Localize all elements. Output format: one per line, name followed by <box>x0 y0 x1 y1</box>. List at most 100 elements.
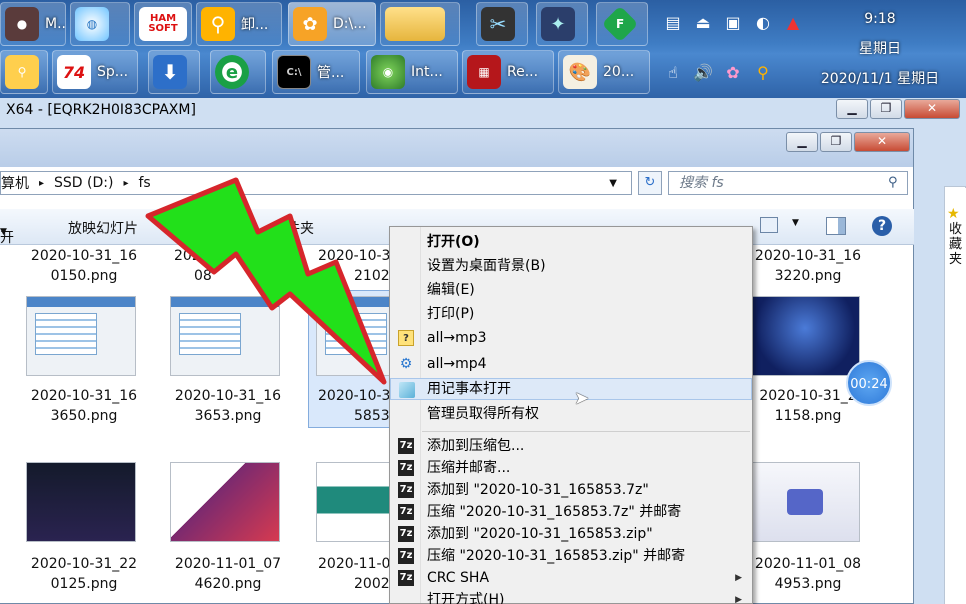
view-options-icon[interactable] <box>760 217 778 233</box>
explorer-titlebar: ▁ ❐ ✕ <box>0 129 913 167</box>
file-name-line2: 3653.png <box>194 408 262 424</box>
menu-separator <box>422 431 750 432</box>
taskbar: ● M... ◍ HAM SOFT ⚲ 卸... ✿ D:\... ✂ ✦ F … <box>0 0 966 98</box>
clock[interactable]: 9:18 星期日 2020/11/1 星期日 <box>800 4 960 94</box>
7zip-icon: 7z <box>398 460 414 476</box>
menu-label: 添加到 "2020-10-31_165853.zip" <box>427 526 653 542</box>
bell-icon[interactable]: ⏏ <box>692 12 714 34</box>
menu-item-print[interactable]: 打印(P) <box>390 303 752 325</box>
file-thumbnail[interactable] <box>750 296 860 376</box>
menu-label: 打印(P) <box>427 306 475 322</box>
menu-label: all→mp4 <box>427 356 487 372</box>
butterfly-icon: ✿ <box>293 7 327 41</box>
taskbar-button-registry[interactable]: ▦ Re... <box>462 50 554 94</box>
taskbar-label: Re... <box>507 64 539 80</box>
search-folder-icon: ⚲ <box>5 55 39 89</box>
taskbar-button-browser[interactable]: e <box>210 50 266 94</box>
explorer-maximize-button[interactable]: ❐ <box>820 132 852 152</box>
taskbar-label: 卸... <box>241 17 269 33</box>
file-item[interactable]: 2020-11-01_08 4953.png <box>738 554 878 594</box>
slideshow-button[interactable]: 放映幻灯片 <box>68 218 138 238</box>
tv-icon[interactable]: ▣ <box>722 12 744 34</box>
maximize-button[interactable]: ❐ <box>870 99 902 119</box>
context-menu: 打开(O) 设置为桌面背景(B) 编辑(E) 打印(P) ? all→mp3 ⚙… <box>389 226 753 604</box>
taskbar-button-paint[interactable]: 🎨 20... <box>558 50 650 94</box>
breadcrumb-ssd[interactable]: SSD (D:) <box>54 175 113 191</box>
menu-item-compress-zip-email[interactable]: 7z 压缩 "2020-10-31_165853.zip" 并邮寄 <box>390 545 752 567</box>
favorites-panel: ★ 收藏夹 ✕ <box>944 188 966 604</box>
network-globe-icon: ◍ <box>75 7 109 41</box>
menu-label: 打开方式(H) <box>427 592 505 604</box>
address-row: 算机 ▸ SSD (D:) ▸ fs ▼ ↻ 搜索 fs ⚲ <box>0 169 914 199</box>
folder-icon <box>385 7 445 41</box>
pointer-icon[interactable]: ☝ <box>662 62 684 84</box>
refresh-icon[interactable]: ↻ <box>638 171 662 195</box>
notepad-icon <box>399 382 415 398</box>
taskbar-button-internet-download[interactable]: ◉ Int... <box>366 50 458 94</box>
menu-item-open-with[interactable]: 打开方式(H) ▶ <box>390 589 752 604</box>
file-item[interactable]: 2020-10-31_16 3220.png <box>738 246 878 286</box>
menu-item-take-ownership[interactable]: 管理员取得所有权 <box>390 403 752 425</box>
search-icon[interactable]: ⚲ <box>888 175 898 190</box>
taskbar-button-tool[interactable]: ✦ <box>536 2 588 46</box>
taskbar-button-download[interactable]: ⬇ <box>148 50 200 94</box>
file-item[interactable]: 2020-10-31_16 3653.png <box>158 386 298 426</box>
taskbar-button-f[interactable]: F <box>596 2 648 46</box>
menu-item-all-mp4[interactable]: ⚙ all→mp4 <box>390 353 752 375</box>
taskbar-button-network[interactable]: ◍ <box>70 2 130 46</box>
explorer-minimize-button[interactable]: ▁ <box>786 132 818 152</box>
taskbar-button-m[interactable]: ● M... <box>0 2 66 46</box>
file-item[interactable]: 2020-10-31_16 0150.png <box>14 246 154 286</box>
help-icon[interactable]: ? <box>872 216 892 236</box>
globe-icon[interactable]: ◐ <box>752 12 774 34</box>
volume-icon[interactable]: 🔊 <box>692 62 714 84</box>
file-thumbnail[interactable] <box>750 462 860 542</box>
menu-item-add-archive[interactable]: 7z 添加到压缩包... <box>390 435 752 457</box>
file-item[interactable]: 2020-10-31_16 3650.png <box>14 386 154 426</box>
taskbar-button-scissors[interactable]: ✂ <box>476 2 528 46</box>
magnifier-icon: ⚲ <box>201 7 235 41</box>
menu-item-set-wallpaper[interactable]: 设置为桌面背景(B) <box>390 255 752 277</box>
taskbar-button-folder[interactable] <box>380 2 460 46</box>
chevron-down-icon[interactable]: ▼ <box>792 218 799 228</box>
recording-timer-badge[interactable]: 00:24 <box>846 360 892 406</box>
7zip-icon: 7z <box>398 570 414 586</box>
file-thumbnail[interactable] <box>26 296 136 376</box>
menu-item-add-7z[interactable]: 7z 添加到 "2020-10-31_165853.7z" <box>390 479 752 501</box>
gears-icon: ⚙ <box>399 356 413 372</box>
menu-item-all-mp3[interactable]: ? all→mp3 <box>390 327 752 349</box>
file-thumbnail[interactable] <box>170 462 280 542</box>
flower-icon[interactable]: ✿ <box>722 62 744 84</box>
search-input[interactable]: 搜索 fs <box>668 171 908 195</box>
minimize-button[interactable]: ▁ <box>836 99 868 119</box>
file-name-line1: 2020-10-31_22 <box>30 556 138 572</box>
menu-item-compress-7z-email[interactable]: 7z 压缩 "2020-10-31_165853.7z" 并邮寄 <box>390 501 752 523</box>
taskbar-button-hamsoft[interactable]: HAM SOFT <box>134 2 192 46</box>
menu-item-add-zip[interactable]: 7z 添加到 "2020-10-31_165853.zip" <box>390 523 752 545</box>
file-item[interactable]: 2020-10-31_22 0125.png <box>14 554 154 594</box>
breadcrumb-computer[interactable]: 算机 <box>1 173 29 193</box>
explorer-close-button[interactable]: ✕ <box>854 132 910 152</box>
menu-item-edit[interactable]: 编辑(E) <box>390 279 752 301</box>
file-name-line2: 3650.png <box>50 408 118 424</box>
network-status-icon[interactable]: ▤ <box>662 12 684 34</box>
close-button[interactable]: ✕ <box>904 99 960 119</box>
menu-item-open-notepad[interactable]: 用记事本打开 <box>390 378 752 400</box>
file-name-line2: 1158.png <box>774 408 842 424</box>
taskbar-label: 20... <box>603 64 635 80</box>
menu-item-crc-sha[interactable]: 7z CRC SHA ▶ <box>390 567 752 589</box>
taskbar-button-sp[interactable]: 74 Sp... <box>52 50 138 94</box>
taskbar-button-cmd[interactable]: C:\ 管... <box>272 50 360 94</box>
taskbar-button-search[interactable]: ⚲ <box>0 50 48 94</box>
menu-item-open[interactable]: 打开(O) <box>390 231 752 253</box>
menu-item-compress-email[interactable]: 7z 压缩并邮寄... <box>390 457 752 479</box>
search-tray-icon[interactable]: ⚲ <box>752 62 774 84</box>
taskbar-button-explorer-d[interactable]: ✿ D:\... <box>288 2 376 46</box>
taskbar-label: Int... <box>411 64 443 80</box>
favorites-label[interactable]: 收藏夹 <box>949 222 963 267</box>
taskbar-button-uninstall[interactable]: ⚲ 卸... <box>196 2 282 46</box>
file-item[interactable]: 2020-11-01_07 4620.png <box>158 554 298 594</box>
preview-pane-icon[interactable] <box>826 217 846 235</box>
file-thumbnail[interactable] <box>26 462 136 542</box>
chevron-down-icon[interactable]: ▼ <box>609 178 617 189</box>
